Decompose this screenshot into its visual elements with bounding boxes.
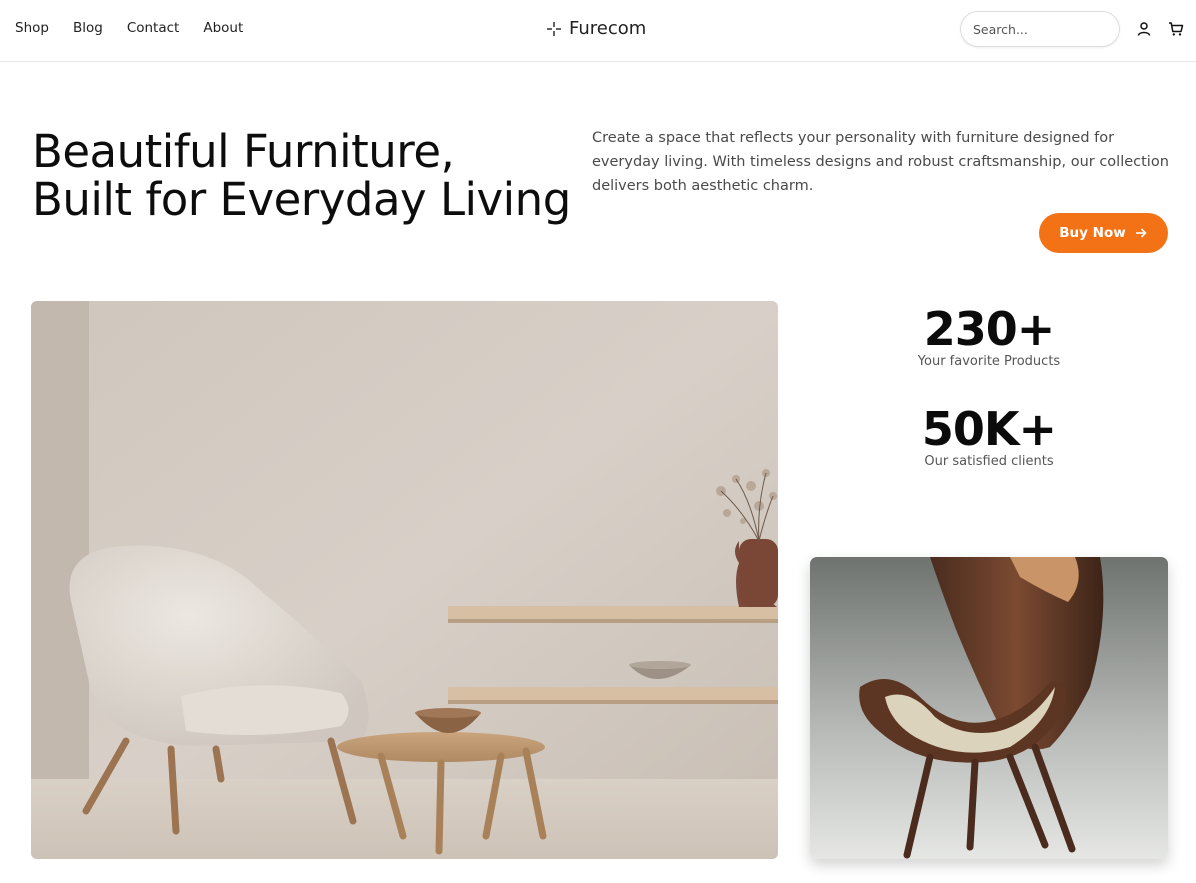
buy-now-button[interactable]: Buy Now xyxy=(1039,213,1168,253)
hero-description: Create a space that reflects your person… xyxy=(592,130,1169,194)
nav-blog-link[interactable]: Blog xyxy=(73,20,103,36)
search-input[interactable] xyxy=(960,11,1120,47)
stat-products-value: 230+ xyxy=(923,302,1056,356)
featured-chair-image xyxy=(810,557,1168,859)
stat-products-label: Your favorite Products xyxy=(917,354,1061,369)
buy-now-label: Buy Now xyxy=(1059,225,1126,241)
arrow-right-icon xyxy=(1135,228,1147,238)
stat-clients-value: 50K+ xyxy=(921,402,1057,456)
stat-products: 230+ Your favorite Products xyxy=(869,304,1109,369)
hero-title-line2: Built for Everyday Living xyxy=(32,173,571,226)
hero-title-line1: Beautiful Furniture, xyxy=(32,125,455,178)
cart-icon[interactable] xyxy=(1168,21,1184,37)
stat-clients-label: Our satisfied clients xyxy=(924,454,1054,469)
stat-clients: 50K+ Our satisfied clients xyxy=(869,404,1109,469)
nav-contact-link[interactable]: Contact xyxy=(127,20,180,36)
hero-lounge-image xyxy=(31,301,778,859)
brand-logo[interactable]: Furecom xyxy=(546,18,646,39)
nav-shop-link[interactable]: Shop xyxy=(15,20,49,36)
sparkle-cross-icon xyxy=(547,21,561,36)
main-nav: Shop Blog Contact About xyxy=(15,20,267,36)
nav-about-link[interactable]: About xyxy=(203,20,243,36)
hero-title: Beautiful Furniture, Built for Everyday … xyxy=(32,128,592,224)
site-header: Shop Blog Contact About Furecom xyxy=(0,0,1196,62)
user-icon[interactable] xyxy=(1136,21,1152,37)
brand-name: Furecom xyxy=(569,18,647,39)
